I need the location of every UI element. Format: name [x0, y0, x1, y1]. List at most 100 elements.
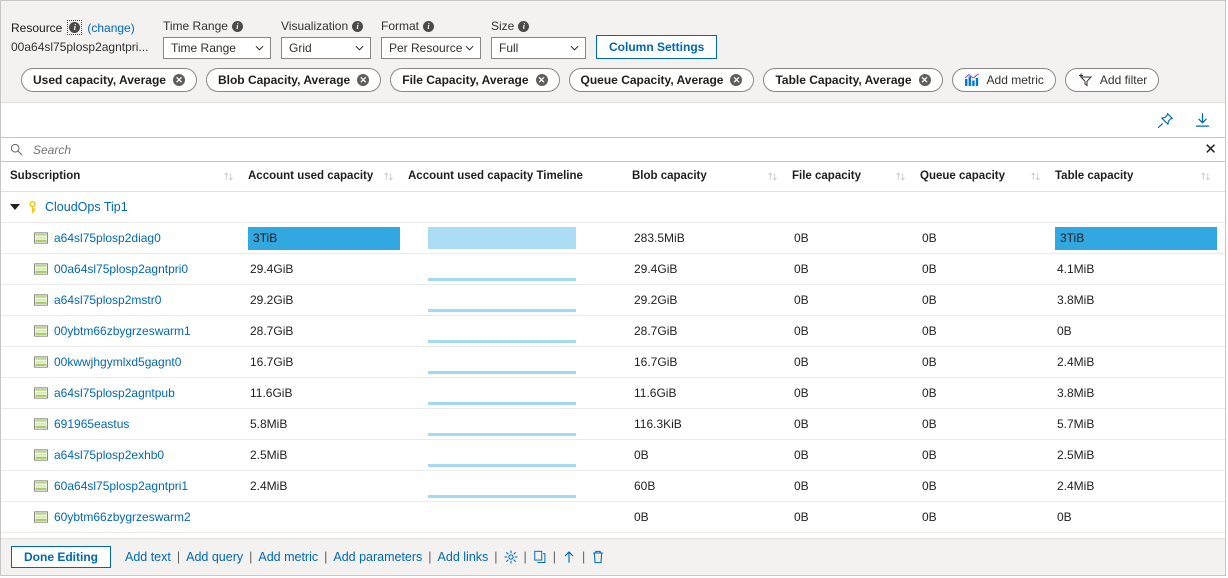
- info-icon[interactable]: i: [69, 22, 81, 33]
- resource-change-link[interactable]: (change): [87, 21, 134, 35]
- format-select[interactable]: Per Resource: [381, 37, 481, 59]
- cell-value: 0B: [1057, 324, 1072, 338]
- column-header-file-capacity[interactable]: File capacity: [792, 162, 920, 192]
- column-header-table-capacity[interactable]: Table capacity: [1055, 162, 1225, 192]
- resource-link[interactable]: 60ybtm66zbygrzeswarm2: [54, 510, 191, 524]
- sort-icon[interactable]: [767, 171, 778, 182]
- cell-file-capacity: 0B: [792, 377, 920, 409]
- control-row: Resource i (change) 00a64sl75plosp2agntp…: [11, 7, 1215, 59]
- table-row[interactable]: a64sl75plosp2mstr0 29.2GiB 29.2GiB 0B 0B 3.8M…: [1, 284, 1225, 316]
- cell-blob-capacity: 60B: [632, 470, 792, 502]
- search-input[interactable]: [31, 141, 1205, 158]
- column-header-blob-capacity[interactable]: Blob capacity: [632, 162, 792, 192]
- resource-link[interactable]: a64sl75plosp2agntpub: [54, 386, 175, 400]
- pin-icon[interactable]: [1157, 112, 1174, 129]
- sort-icon[interactable]: [1030, 171, 1041, 182]
- time-range-select[interactable]: Time Range: [163, 37, 271, 59]
- cell-value: 0B: [634, 510, 649, 524]
- info-icon[interactable]: i: [518, 20, 530, 32]
- storage-account-icon: [34, 449, 48, 461]
- sort-icon[interactable]: [223, 171, 234, 182]
- add-metric-button[interactable]: Add metric: [951, 68, 1056, 92]
- info-icon[interactable]: i: [231, 20, 243, 32]
- table-row[interactable]: a64sl75plosp2exhb0 2.5MiB 0B 0B 0B 2.5MiB: [1, 439, 1225, 471]
- column-settings-button[interactable]: Column Settings: [596, 35, 718, 59]
- remove-chip-icon[interactable]: ✕: [730, 74, 743, 86]
- table-row[interactable]: a64sl75plosp2diag0 3TiB 283.5MiB 0B 0B 3TiB: [1, 222, 1225, 254]
- move-up-icon[interactable]: [562, 550, 576, 564]
- column-header-account-used-capacity[interactable]: Account used capacity: [248, 162, 408, 192]
- resource-link[interactable]: 60a64sl75plosp2agntpri1: [54, 479, 188, 493]
- add-filter-button[interactable]: Add filter: [1064, 68, 1160, 92]
- sort-icon[interactable]: [1200, 171, 1211, 182]
- metric-chip-table-capacity[interactable]: Table Capacity, Average ✕: [763, 68, 943, 92]
- group-name[interactable]: CloudOps Tip1: [45, 200, 128, 214]
- group-row-subscription[interactable]: CloudOps Tip1: [1, 191, 1225, 223]
- clear-search-icon[interactable]: ✕: [1204, 142, 1217, 157]
- cell-value: 0B: [922, 386, 937, 400]
- metric-chip-used-capacity[interactable]: Used capacity, Average ✕: [21, 68, 197, 92]
- table-row[interactable]: 00kwwjhgymlxd5gagnt0 16.7GiB 16.7GiB 0B 0B 2.…: [1, 346, 1225, 378]
- info-icon[interactable]: i: [423, 20, 435, 32]
- cell-table-capacity: 3TiB: [1055, 222, 1225, 254]
- table-row[interactable]: 00ybtm66zbygrzeswarm1 28.7GiB 28.7GiB 0B 0B 0…: [1, 315, 1225, 347]
- metric-chip-queue-capacity[interactable]: Queue Capacity, Average ✕: [568, 68, 755, 92]
- delete-icon[interactable]: [591, 550, 605, 564]
- resource-link[interactable]: 00kwwjhgymlxd5gagnt0: [54, 355, 181, 369]
- cell-blob-capacity: 283.5MiB: [632, 222, 792, 254]
- table-row[interactable]: 60ybtm66zbygrzeswarm2 0B 0B 0B 0B: [1, 501, 1225, 533]
- add-metric-link[interactable]: Add metric: [258, 550, 318, 564]
- add-links-link[interactable]: Add links: [438, 550, 489, 564]
- column-header-account-used-capacity-timeline[interactable]: Account used capacity Timeline: [408, 162, 632, 192]
- table-row[interactable]: 00a64sl75plosp2agntpri0 29.4GiB 29.4GiB 0B 0…: [1, 253, 1225, 285]
- cell-value: 29.2GiB: [634, 293, 678, 307]
- cell-account-used-capacity: 29.4GiB: [248, 253, 408, 285]
- remove-chip-icon[interactable]: ✕: [172, 74, 185, 86]
- table-row[interactable]: a64sl75plosp2agntpub 11.6GiB 11.6GiB 0B 0B 3.…: [1, 377, 1225, 409]
- chevron-down-icon: [465, 45, 474, 51]
- cell-timeline: [408, 439, 632, 471]
- info-icon[interactable]: i: [352, 20, 364, 32]
- column-header-subscription[interactable]: Subscription: [1, 162, 248, 192]
- metric-chip-blob-capacity[interactable]: Blob Capacity, Average ✕: [205, 68, 382, 92]
- add-text-link[interactable]: Add text: [125, 550, 171, 564]
- sort-icon[interactable]: [895, 171, 906, 182]
- cell-resource: a64sl75plosp2agntpub: [1, 377, 248, 409]
- remove-chip-icon[interactable]: ✕: [535, 74, 548, 86]
- cell-blob-capacity: 29.4GiB: [632, 253, 792, 285]
- copy-icon[interactable]: [533, 550, 547, 564]
- resource-link[interactable]: a64sl75plosp2mstr0: [54, 293, 161, 307]
- cell-value: 0B: [922, 448, 937, 462]
- cell-account-used-capacity: 5.8MiB: [248, 408, 408, 440]
- table-row[interactable]: 691965eastus 5.8MiB 116.3KiB 0B 0B 5.7MiB: [1, 408, 1225, 440]
- resource-link[interactable]: 00a64sl75plosp2agntpri0: [54, 262, 188, 276]
- cell-resource: 60a64sl75plosp2agntpri1: [1, 470, 248, 502]
- resource-info-wrapper: i: [67, 20, 83, 35]
- cell-value: 5.8MiB: [250, 417, 288, 431]
- remove-chip-icon[interactable]: ✕: [357, 74, 370, 86]
- sort-icon[interactable]: [383, 171, 394, 182]
- download-icon[interactable]: [1194, 112, 1211, 129]
- cell-value: 0B: [922, 510, 937, 524]
- gear-icon[interactable]: [503, 550, 518, 564]
- resource-link[interactable]: a64sl75plosp2exhb0: [54, 448, 164, 462]
- cell-value: 0B: [794, 262, 809, 276]
- metric-chip-file-capacity[interactable]: File Capacity, Average ✕: [390, 68, 560, 92]
- resource-link[interactable]: 00ybtm66zbygrzeswarm1: [54, 324, 191, 338]
- resource-value: 00a64sl75plosp2agntpri...: [11, 40, 149, 54]
- size-select[interactable]: Full: [491, 37, 586, 59]
- remove-chip-icon[interactable]: ✕: [918, 74, 931, 86]
- add-parameters-link[interactable]: Add parameters: [333, 550, 422, 564]
- cell-account-used-capacity: [248, 501, 408, 533]
- visualization-control: Visualization i Grid: [281, 19, 381, 59]
- resource-link[interactable]: 691965eastus: [54, 417, 129, 431]
- done-editing-button[interactable]: Done Editing: [11, 546, 111, 568]
- cell-blob-capacity: 28.7GiB: [632, 315, 792, 347]
- visualization-select[interactable]: Grid: [281, 37, 371, 59]
- add-query-link[interactable]: Add query: [186, 550, 243, 564]
- expand-collapse-icon[interactable]: [10, 204, 20, 210]
- table-row[interactable]: 60a64sl75plosp2agntpri1 2.4MiB 60B 0B 0B 2.4M…: [1, 470, 1225, 502]
- resource-link[interactable]: a64sl75plosp2diag0: [54, 231, 161, 245]
- column-header-queue-capacity[interactable]: Queue capacity: [920, 162, 1055, 192]
- cell-value: 116.3KiB: [634, 417, 682, 431]
